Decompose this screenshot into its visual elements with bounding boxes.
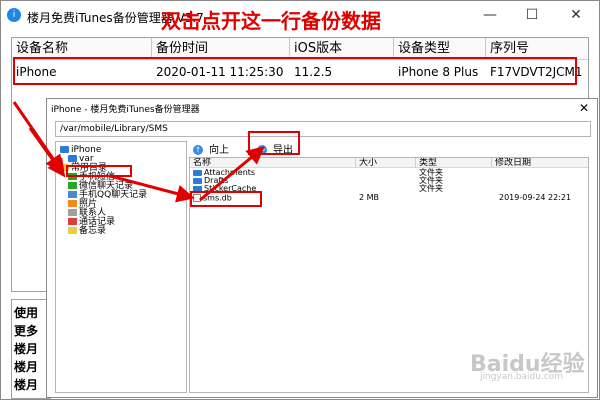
arrow-to-export	[199, 146, 265, 202]
arrow-to-sms-2	[28, 127, 66, 178]
annotation-arrows	[12, 101, 265, 203]
arrow-to-file	[109, 174, 195, 203]
watermark-sub: jingyan.baidu.com	[480, 372, 564, 382]
